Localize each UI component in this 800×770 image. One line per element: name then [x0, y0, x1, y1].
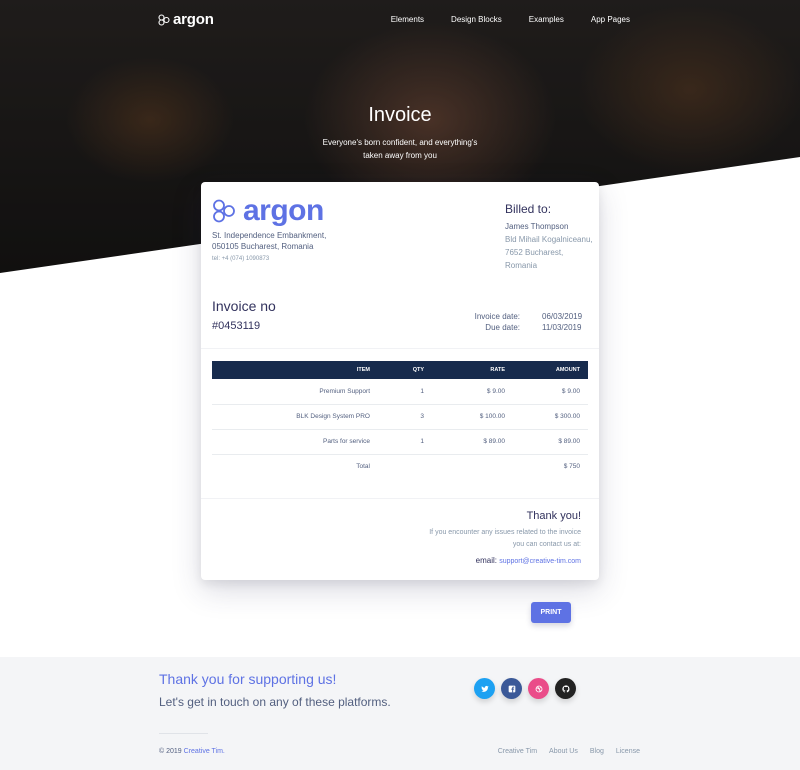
total-amount: $ 750	[563, 463, 580, 471]
page-subtitle: Everyone's born confident, and everythin…	[322, 138, 478, 160]
brand-text: argon	[173, 11, 214, 28]
copyright-link[interactable]: Creative Tim.	[184, 748, 225, 755]
footer-link-about-us[interactable]: About Us	[549, 748, 578, 755]
cell-rate: $ 9.00	[432, 379, 513, 405]
copyright: © 2019 Creative Tim.	[159, 748, 225, 755]
total-label: Total	[356, 463, 370, 471]
table-row: Premium Support 1 $ 9.00 $ 9.00	[212, 379, 588, 405]
navbar-brand[interactable]: argon	[158, 11, 214, 28]
nav-link-app-pages[interactable]: App Pages	[591, 15, 630, 24]
column-header-rate: Rate	[432, 361, 513, 379]
nav-links: Elements Design Blocks Examples App Page…	[364, 15, 630, 24]
column-header-item: Item	[212, 361, 378, 379]
cell-qty: 1	[378, 429, 432, 455]
dribbble-icon	[535, 685, 542, 692]
table-header-row: Item Qty Rate Amount	[212, 361, 588, 379]
logo-text: argon	[243, 194, 324, 227]
cell-amount: $ 89.00	[513, 429, 588, 455]
cell-rate: $ 89.00	[432, 429, 513, 455]
due-date-label: Due date:	[485, 323, 520, 332]
navbar: argon Elements Design Blocks Examples Ap…	[0, 0, 800, 42]
github-icon	[561, 684, 569, 692]
footer-subtitle: Let's get in touch on any of these platf…	[159, 695, 391, 709]
footer-link-creative-tim[interactable]: Creative Tim	[498, 748, 537, 755]
invoice-card: argon St. Independence Embankment, 05010…	[201, 182, 599, 580]
facebook-icon	[508, 685, 515, 692]
footer-links: Creative Tim About Us Blog License	[486, 748, 640, 755]
footer-link-license[interactable]: License	[616, 748, 640, 755]
email-label: email:	[475, 556, 497, 565]
table-row: BLK Design System PRO 3 $ 100.00 $ 300.0…	[212, 404, 588, 430]
invoice-number-label: Invoice no	[212, 298, 276, 314]
footer-divider	[159, 733, 208, 734]
cell-amount: $ 300.00	[513, 404, 588, 430]
cell-item: Parts for service	[212, 429, 378, 455]
twitter-button[interactable]	[474, 678, 495, 699]
billed-address-line: Bld Mihail Kogalniceanu,	[505, 235, 593, 244]
contact-text: If you encounter any issues related to t…	[429, 529, 581, 548]
facebook-button[interactable]	[501, 678, 522, 699]
table-row: Parts for service 1 $ 89.00 $ 89.00	[212, 429, 588, 455]
divider	[201, 498, 599, 499]
nav-link-elements[interactable]: Elements	[391, 15, 424, 24]
invoice-number: #0453119	[212, 320, 261, 332]
cell-qty: 1	[378, 379, 432, 405]
argon-logo-icon	[158, 13, 170, 26]
billed-name: James Thompson	[505, 222, 569, 231]
github-button[interactable]	[555, 678, 576, 699]
billed-address-line: Romania	[505, 261, 538, 270]
billed-to: Billed to: James Thompson Bld Mihail Kog…	[505, 202, 593, 272]
footer: Thank you for supporting us! Let's get i…	[0, 657, 800, 770]
column-header-qty: Qty	[378, 361, 432, 379]
invoice-date-label: Invoice date:	[474, 312, 520, 321]
email-link[interactable]: support@creative-tim.com	[499, 558, 581, 565]
social-buttons	[474, 678, 576, 699]
company-phone: tel: +4 (074) 1090873	[212, 256, 270, 262]
billed-to-label: Billed to:	[505, 202, 552, 216]
invoice-date: 06/03/2019	[542, 312, 583, 321]
contact-email: email: support@creative-tim.com	[476, 556, 581, 565]
twitter-icon	[480, 685, 489, 692]
dribbble-button[interactable]	[528, 678, 549, 699]
invoice-logo: argon	[212, 194, 324, 228]
footer-title: Thank you for supporting us!	[159, 671, 337, 687]
nav-link-examples[interactable]: Examples	[529, 15, 564, 24]
nav-link-design-blocks[interactable]: Design Blocks	[451, 15, 502, 24]
due-date: 11/03/2019	[542, 323, 582, 332]
footer-link-blog[interactable]: Blog	[590, 748, 604, 755]
cell-item: Premium Support	[212, 379, 378, 405]
invoice-dates: Invoice date: 06/03/2019 Due date: 11/03…	[463, 311, 582, 333]
cell-rate: $ 100.00	[432, 404, 513, 430]
thank-you-heading: Thank you!	[526, 510, 581, 522]
cell-qty: 3	[378, 404, 432, 430]
divider	[201, 348, 599, 349]
page-title: Invoice	[368, 104, 432, 126]
cell-amount: $ 9.00	[513, 379, 588, 405]
argon-logo-icon	[213, 199, 235, 223]
table-total-row: Total $ 750	[212, 454, 588, 479]
column-header-amount: Amount	[513, 361, 588, 379]
company-address: St. Independence Embankment, 050105 Buch…	[212, 231, 327, 251]
invoice-items-table: Item Qty Rate Amount Premium Support 1 $…	[212, 361, 588, 479]
print-button[interactable]: PRINT	[531, 602, 571, 623]
billed-address-line: 7652 Bucharest,	[505, 248, 564, 257]
cell-item: BLK Design System PRO	[212, 404, 378, 430]
